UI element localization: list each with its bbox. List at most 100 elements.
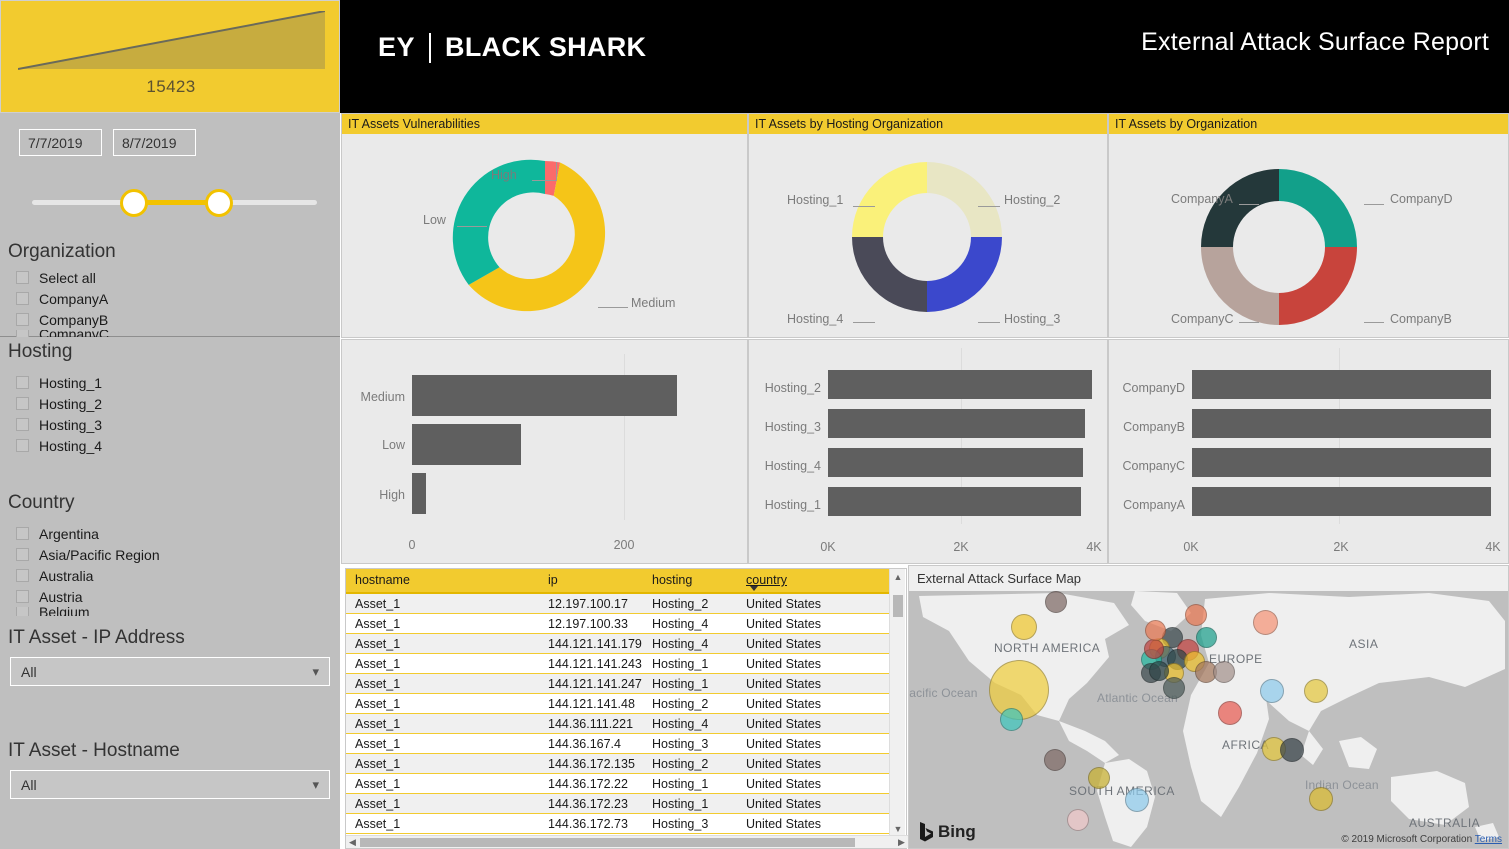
map-bubble[interactable] [1011, 614, 1037, 640]
terms-link[interactable]: Terms [1475, 834, 1502, 845]
table-row[interactable]: Asset_1 144.36.111.221 Hosting_4 United … [346, 714, 891, 734]
map-bubble[interactable] [1125, 788, 1149, 812]
org-option-companyc[interactable]: CompanyC [16, 330, 109, 337]
map-bubble[interactable] [1145, 620, 1166, 641]
table-row[interactable]: Asset_1 144.121.141.48 Hosting_2 United … [346, 694, 891, 714]
table-row[interactable]: Asset_1 12.197.100.17 Hosting_2 United S… [346, 594, 891, 614]
date-range-slider[interactable] [32, 185, 317, 221]
checkbox-icon[interactable] [16, 548, 29, 561]
checkbox-icon[interactable] [16, 271, 29, 284]
bar-companya[interactable] [1192, 487, 1491, 516]
bar-companyd[interactable] [1192, 370, 1491, 399]
org-option-select-all[interactable]: Select all [16, 267, 96, 288]
bar-companyb[interactable] [1192, 409, 1491, 438]
bar-chart-organization[interactable]: CompanyD CompanyB CompanyC CompanyA 0K 2… [1109, 340, 1508, 563]
column-header-hosting[interactable]: hosting [652, 573, 692, 587]
map-bubble[interactable] [1213, 661, 1235, 683]
hosting-option-3[interactable]: Hosting_3 [16, 414, 102, 435]
map-canvas[interactable]: NORTH AMERICA SOUTH AMERICA EUROPE AFRIC… [909, 591, 1508, 848]
table-row[interactable]: Asset_1 144.121.141.179 Hosting_4 United… [346, 634, 891, 654]
hosting-option-1[interactable]: Hosting_1 [16, 372, 102, 393]
bar-high[interactable] [412, 473, 426, 514]
table-vertical-scrollbar[interactable]: ▲ ▼ [889, 569, 905, 837]
hostname-dropdown[interactable]: All ▾ [10, 770, 330, 799]
map-bubble[interactable] [1196, 627, 1217, 648]
donut-slice-hosting-3[interactable] [927, 237, 1002, 312]
column-header-country[interactable]: country [746, 573, 787, 587]
column-header-ip[interactable]: ip [548, 573, 558, 587]
map-bubble[interactable] [1163, 677, 1185, 699]
donut-chart-vulnerabilities[interactable]: High Low Medium [342, 134, 747, 337]
table-row[interactable]: Asset_1 144.36.172.23 Hosting_1 United S… [346, 794, 891, 814]
scroll-thumb-vertical[interactable] [893, 595, 903, 617]
date-to-input[interactable] [113, 129, 196, 156]
bar-chart-severity[interactable]: Medium Low High 0 200 [342, 340, 747, 563]
checkbox-icon[interactable] [16, 292, 29, 305]
checkbox-icon[interactable] [16, 527, 29, 540]
bar-hosting-4[interactable] [828, 448, 1083, 477]
bar-chart-hosting[interactable]: Hosting_2 Hosting_3 Hosting_4 Hosting_1 … [749, 340, 1107, 563]
checkbox-icon[interactable] [16, 439, 29, 452]
bar-low[interactable] [412, 424, 521, 465]
checkbox-icon[interactable] [16, 607, 29, 616]
table-row[interactable]: Asset_1 144.36.172.22 Hosting_1 United S… [346, 774, 891, 794]
table-row[interactable]: Asset_1 144.36.167.4 Hosting_3 United St… [346, 734, 891, 754]
checkbox-icon[interactable] [16, 418, 29, 431]
map-bubble[interactable] [1044, 749, 1066, 771]
map-bubble[interactable] [1260, 679, 1284, 703]
donut-chart-hosting-org[interactable]: Hosting_1 Hosting_2 Hosting_3 Hosting_4 [749, 134, 1107, 337]
date-from-input[interactable] [19, 129, 102, 156]
kpi-card[interactable]: 15423 [0, 0, 340, 113]
table-row[interactable]: Asset_1 144.121.141.243 Hosting_1 United… [346, 654, 891, 674]
table-row[interactable]: Asset_1 144.36.172.73 Hosting_3 United S… [346, 814, 891, 834]
column-header-hostname[interactable]: hostname [355, 573, 410, 587]
map-bubble[interactable] [1000, 708, 1023, 731]
scroll-right-icon[interactable]: ▶ [895, 836, 908, 849]
checkbox-icon[interactable] [16, 330, 29, 337]
bar-medium[interactable] [412, 375, 677, 416]
donut-slice-hosting-1[interactable] [852, 162, 927, 237]
map-bubble[interactable] [1149, 661, 1169, 681]
bar-hosting-3[interactable] [828, 409, 1085, 438]
scroll-left-icon[interactable]: ◀ [346, 836, 359, 849]
checkbox-icon[interactable] [16, 590, 29, 603]
table-row[interactable]: Asset_1 12.197.100.33 Hosting_4 United S… [346, 614, 891, 634]
table-row[interactable]: Asset_1 144.121.141.247 Hosting_1 United… [346, 674, 891, 694]
map-bubble[interactable] [1045, 591, 1067, 613]
country-option-austria[interactable]: Austria [16, 586, 83, 607]
country-option-australia[interactable]: Australia [16, 565, 93, 586]
checkbox-icon[interactable] [16, 376, 29, 389]
bar-hosting-2[interactable] [828, 370, 1092, 399]
country-option-belgium[interactable]: Belgium [16, 607, 90, 616]
donut-slice-companya[interactable] [1201, 169, 1279, 247]
map-bubble[interactable] [1253, 610, 1278, 635]
donut-chart-organization[interactable]: CompanyA CompanyD CompanyB CompanyC [1109, 134, 1508, 337]
donut-slice-companyb[interactable] [1279, 247, 1357, 325]
map-bubble[interactable] [1309, 787, 1333, 811]
country-option-argentina[interactable]: Argentina [16, 523, 99, 544]
org-option-companya[interactable]: CompanyA [16, 288, 108, 309]
hosting-option-2[interactable]: Hosting_2 [16, 393, 102, 414]
checkbox-icon[interactable] [16, 397, 29, 410]
ip-address-dropdown[interactable]: All ▾ [10, 657, 330, 686]
bar-companyc[interactable] [1192, 448, 1491, 477]
chevron-down-icon[interactable]: ▾ [312, 664, 319, 680]
hosting-option-4[interactable]: Hosting_4 [16, 435, 102, 456]
map-bubble[interactable] [1280, 738, 1304, 762]
map-bubble[interactable] [1067, 809, 1089, 831]
slider-handle-start[interactable] [120, 189, 148, 217]
bar-hosting-1[interactable] [828, 487, 1081, 516]
map-bubble[interactable] [1088, 767, 1110, 789]
table-horizontal-scrollbar[interactable]: ◀ ▶ [346, 835, 908, 848]
slider-handle-end[interactable] [205, 189, 233, 217]
donut-slice-hosting-4[interactable] [852, 237, 927, 312]
map-bubble[interactable] [1144, 639, 1164, 659]
org-option-companyb[interactable]: CompanyB [16, 309, 108, 330]
scroll-up-icon[interactable]: ▲ [890, 569, 906, 585]
chevron-down-icon[interactable]: ▾ [312, 777, 319, 793]
map-bubble[interactable] [1304, 679, 1328, 703]
table-body[interactable]: Asset_1 12.197.100.17 Hosting_2 United S… [346, 594, 891, 837]
map-bubble[interactable] [1185, 604, 1207, 626]
country-option-asia-pacific[interactable]: Asia/Pacific Region [16, 544, 160, 565]
scroll-thumb-horizontal[interactable] [360, 838, 855, 847]
